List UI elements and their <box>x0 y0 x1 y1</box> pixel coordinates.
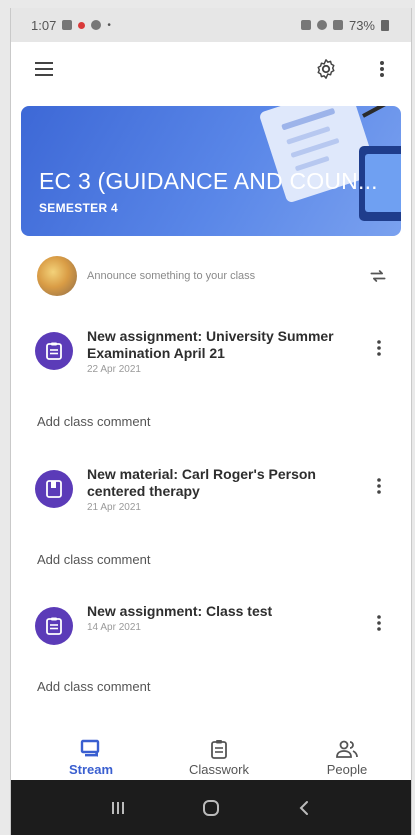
back-icon[interactable] <box>289 793 319 823</box>
app-bar-actions <box>311 54 397 84</box>
class-title: EC 3 (GUIDANCE AND COUN... <box>39 168 378 194</box>
signal-icon <box>332 20 343 30</box>
post-title[interactable]: New assignment: Class test <box>87 603 367 620</box>
post-header: New assignment: University Summer Examin… <box>35 328 391 375</box>
status-left: 1:07 • <box>31 18 111 33</box>
post-date: 21 Apr 2021 <box>87 502 141 513</box>
assignment-icon <box>35 332 73 370</box>
announce-row[interactable]: Announce something to your class <box>11 251 411 301</box>
people-icon <box>336 740 358 758</box>
gear-icon[interactable] <box>311 54 341 84</box>
tab-stream-label: Stream <box>68 762 114 777</box>
tab-people[interactable]: People <box>297 739 397 777</box>
add-comment-button[interactable]: Add class comment <box>37 414 150 429</box>
repost-icon[interactable] <box>363 261 393 291</box>
post-date: 14 Apr 2021 <box>87 622 141 633</box>
post-title[interactable]: New assignment: University Summer Examin… <box>87 328 367 362</box>
home-icon[interactable] <box>196 793 226 823</box>
settings-notification-icon <box>91 20 102 30</box>
post-header: New assignment: Class test 14 Apr 2021 <box>35 603 391 645</box>
material-icon <box>35 470 73 508</box>
battery-icon <box>381 19 389 31</box>
notification-dot-icon <box>78 21 86 29</box>
classwork-icon <box>211 740 227 759</box>
tab-classwork-label: Classwork <box>189 762 249 777</box>
status-right: 73% <box>300 17 389 33</box>
status-time: 1:07 <box>31 17 57 33</box>
hamburger-menu-icon[interactable] <box>29 54 59 84</box>
system-nav-bar <box>11 780 411 835</box>
avatar <box>37 256 77 296</box>
post-title[interactable]: New material: Carl Roger's Person center… <box>87 466 367 500</box>
post-header: New material: Carl Roger's Person center… <box>35 466 391 513</box>
class-banner[interactable]: EC 3 (GUIDANCE AND COUN... SEMESTER 4 <box>21 106 401 236</box>
phone-screen: 1:07 • 73% EC 3 (GUIDANCE AND COUN... SE… <box>10 8 412 835</box>
post-more-icon[interactable] <box>367 478 391 494</box>
app-bar <box>11 42 411 96</box>
recents-icon[interactable] <box>103 793 133 823</box>
bottom-nav: Stream Classwork People <box>11 730 411 786</box>
battery-percent: 73% <box>348 17 375 33</box>
status-bar: 1:07 • 73% <box>11 8 411 42</box>
post-date: 22 Apr 2021 <box>87 364 141 375</box>
add-comment-button[interactable]: Add class comment <box>37 679 150 694</box>
wifi-icon <box>316 20 327 30</box>
post-body: New assignment: Class test 14 Apr 2021 <box>87 603 367 633</box>
assignment-icon <box>35 607 73 645</box>
add-comment-button[interactable]: Add class comment <box>37 552 150 567</box>
tab-stream[interactable]: Stream <box>41 739 141 777</box>
vertical-dots-icon[interactable] <box>367 54 397 84</box>
class-subtitle: SEMESTER 4 <box>39 201 119 215</box>
tab-classwork[interactable]: Classwork <box>169 739 269 777</box>
post-more-icon[interactable] <box>367 615 391 631</box>
post-more-icon[interactable] <box>367 340 391 356</box>
mute-icon <box>300 20 311 30</box>
gallery-notification-icon <box>62 20 73 30</box>
post-body: New material: Carl Roger's Person center… <box>87 466 367 513</box>
tab-people-label: People <box>326 762 368 777</box>
stream-icon <box>80 739 100 757</box>
post-body: New assignment: University Summer Examin… <box>87 328 367 375</box>
announce-input[interactable]: Announce something to your class <box>87 270 363 282</box>
more-notifications-icon: • <box>107 19 111 31</box>
